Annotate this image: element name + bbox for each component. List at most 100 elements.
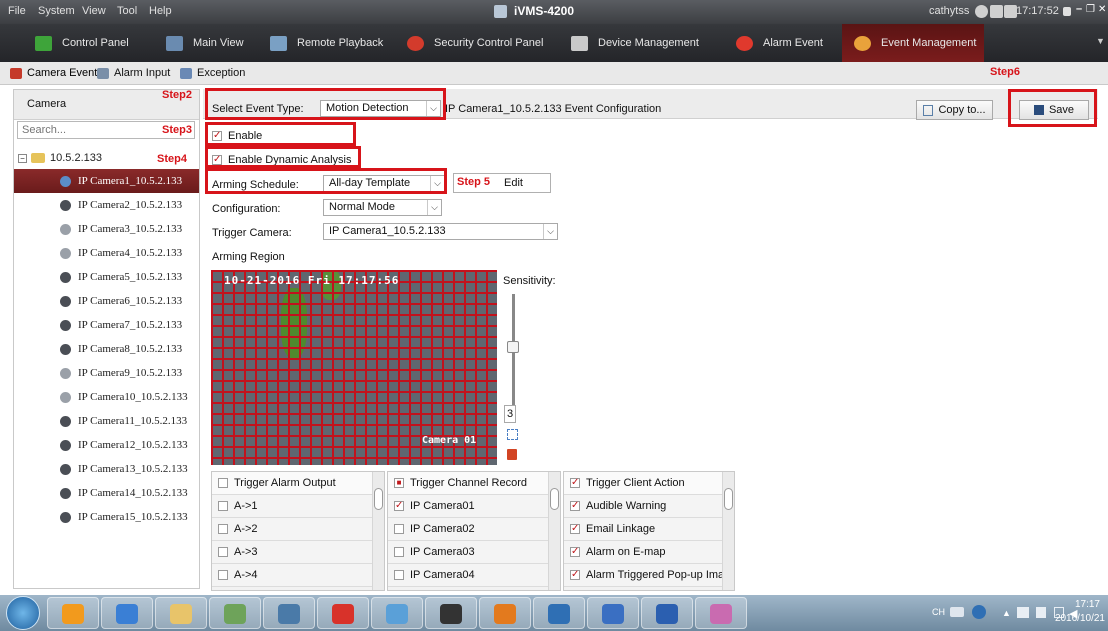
configuration-select[interactable]: Normal Mode ⌵ [323, 199, 442, 216]
subtab-camera-event[interactable]: Camera Event [10, 67, 97, 79]
copy-to-button[interactable]: Copy to... [916, 100, 993, 120]
checkmark-icon[interactable]: ✓ [394, 501, 404, 511]
subtab-exception[interactable]: Exception [180, 67, 245, 79]
checkbox[interactable] [218, 570, 228, 580]
camera-item[interactable]: IP Camera4_10.5.2.133 [14, 241, 199, 265]
select-all-icon[interactable] [507, 429, 518, 440]
taskbar-app-button[interactable] [47, 597, 99, 629]
scrollbar-thumb[interactable] [724, 488, 733, 510]
camera-item[interactable]: IP Camera7_10.5.2.133 [14, 313, 199, 337]
scrollbar[interactable] [548, 472, 560, 590]
sensitivity-track[interactable] [512, 294, 515, 412]
tab-remote-playback[interactable]: Remote Playback [270, 24, 383, 62]
list-item[interactable]: ✓ IP Camera01 [388, 495, 560, 518]
tab-event-management[interactable]: Event Management [842, 24, 984, 62]
camera-item[interactable]: IP Camera3_10.5.2.133 [14, 217, 199, 241]
edit-schedule-button[interactable]: Edit [453, 173, 551, 193]
tray-expand-icon[interactable]: ▲ [1002, 608, 1011, 618]
taskbar-time[interactable]: 17:17 [1064, 599, 1100, 610]
taskbar-app-button[interactable] [371, 597, 423, 629]
menu-tool[interactable]: Tool [117, 5, 137, 17]
network-icon[interactable] [1017, 607, 1029, 618]
scrollbar-thumb[interactable] [374, 488, 383, 510]
taskbar-app-button[interactable] [641, 597, 693, 629]
menu-view[interactable]: View [82, 5, 106, 17]
list-item[interactable]: ✓ Alarm Triggered Pop-up Ima... [564, 564, 734, 587]
lock-screen-icon[interactable] [990, 5, 1003, 18]
camera-item[interactable]: IP Camera6_10.5.2.133 [14, 289, 199, 313]
camera-item[interactable]: IP Camera14_10.5.2.133 [14, 481, 199, 505]
list-item[interactable]: ✓ Email Linkage [564, 518, 734, 541]
lock-icon[interactable] [1063, 7, 1071, 16]
close-icon[interactable]: ✕ [1098, 4, 1106, 15]
taskbar-app-button[interactable] [317, 597, 369, 629]
taskbar-app-button[interactable] [101, 597, 153, 629]
checkbox[interactable] [218, 524, 228, 534]
taskbar-app-button[interactable] [155, 597, 207, 629]
checkmark-icon[interactable]: ✓ [570, 501, 580, 511]
taskbar-app-button[interactable] [209, 597, 261, 629]
trigger-camera-select[interactable]: IP Camera1_10.5.2.133 ⌵ [323, 223, 558, 240]
camera-item[interactable]: IP Camera11_10.5.2.133 [14, 409, 199, 433]
camera-item[interactable]: IP Camera2_10.5.2.133 [14, 193, 199, 217]
start-button[interactable] [6, 596, 40, 630]
checkmark-icon[interactable]: ✓ [570, 570, 580, 580]
globe-icon[interactable] [975, 5, 988, 18]
menu-file[interactable]: File [8, 5, 26, 17]
tab-control-panel[interactable]: Control Panel [35, 24, 129, 62]
minimize-icon[interactable]: – [1076, 3, 1082, 15]
checkbox[interactable] [218, 547, 228, 557]
scrollbar[interactable] [372, 472, 384, 590]
checkbox[interactable] [218, 501, 228, 511]
camera-item[interactable]: IP Camera8_10.5.2.133 [14, 337, 199, 361]
camera-item[interactable]: IP Camera5_10.5.2.133 [14, 265, 199, 289]
restore-icon[interactable]: ❐ [1086, 4, 1095, 15]
channel-record-header[interactable]: ■ Trigger Channel Record [388, 472, 560, 495]
taskbar-app-button[interactable] [263, 597, 315, 629]
motion-detection-grid[interactable]: 10-21-2016 Fri 17:17:56 Camera 01 [211, 270, 497, 465]
scrollbar-thumb[interactable] [550, 488, 559, 510]
checkmark-icon[interactable]: ✓ [570, 524, 580, 534]
tabs-more-icon[interactable]: ▼ [1096, 36, 1105, 46]
camera-item[interactable]: IP Camera9_10.5.2.133 [14, 361, 199, 385]
checkbox[interactable] [394, 547, 404, 557]
partial-check-icon[interactable]: ■ [394, 478, 404, 488]
subtab-alarm-input[interactable]: Alarm Input [97, 67, 170, 79]
list-item[interactable]: IP Camera02 [388, 518, 560, 541]
checkbox[interactable] [394, 570, 404, 580]
keyboard-icon[interactable] [950, 607, 964, 617]
taskbar-date[interactable]: 2016/10/21 [1050, 613, 1105, 624]
list-item[interactable]: A->2 [212, 518, 384, 541]
sensitivity-handle[interactable] [507, 341, 519, 353]
taskbar-app-button[interactable] [695, 597, 747, 629]
checkbox[interactable] [218, 478, 228, 488]
menu-help[interactable]: Help [149, 5, 172, 17]
list-item[interactable]: A->4 [212, 564, 384, 587]
flag-icon[interactable] [1036, 607, 1046, 618]
delete-icon[interactable] [507, 449, 517, 460]
camera-item[interactable]: IP Camera1_10.5.2.133 [14, 169, 199, 193]
list-item[interactable]: A->3 [212, 541, 384, 564]
camera-item[interactable]: IP Camera12_10.5.2.133 [14, 433, 199, 457]
taskbar-app-button[interactable] [479, 597, 531, 629]
taskbar-app-button[interactable] [587, 597, 639, 629]
menu-system[interactable]: System [38, 5, 75, 17]
list-item[interactable]: IP Camera04 [388, 564, 560, 587]
camera-item[interactable]: IP Camera15_10.5.2.133 [14, 505, 199, 529]
help-icon[interactable] [972, 605, 986, 619]
camera-item[interactable]: IP Camera13_10.5.2.133 [14, 457, 199, 481]
list-item[interactable]: ✓ Alarm on E-map [564, 541, 734, 564]
sensitivity-value[interactable]: 3 [504, 405, 516, 423]
list-item[interactable]: A->1 [212, 495, 384, 518]
tab-alarm-event[interactable]: Alarm Event [736, 24, 823, 62]
camera-item[interactable]: IP Camera10_10.5.2.133 [14, 385, 199, 409]
checkbox[interactable] [394, 524, 404, 534]
tab-main-view[interactable]: Main View [166, 24, 244, 62]
checkmark-icon[interactable]: ✓ [570, 478, 580, 488]
tab-security-control-panel[interactable]: Security Control Panel [407, 24, 543, 62]
alarm-output-header[interactable]: Trigger Alarm Output [212, 472, 384, 495]
taskbar-app-button[interactable] [533, 597, 585, 629]
input-language[interactable]: CH [932, 607, 945, 617]
list-item[interactable]: ✓ Audible Warning [564, 495, 734, 518]
taskbar-app-button[interactable] [425, 597, 477, 629]
